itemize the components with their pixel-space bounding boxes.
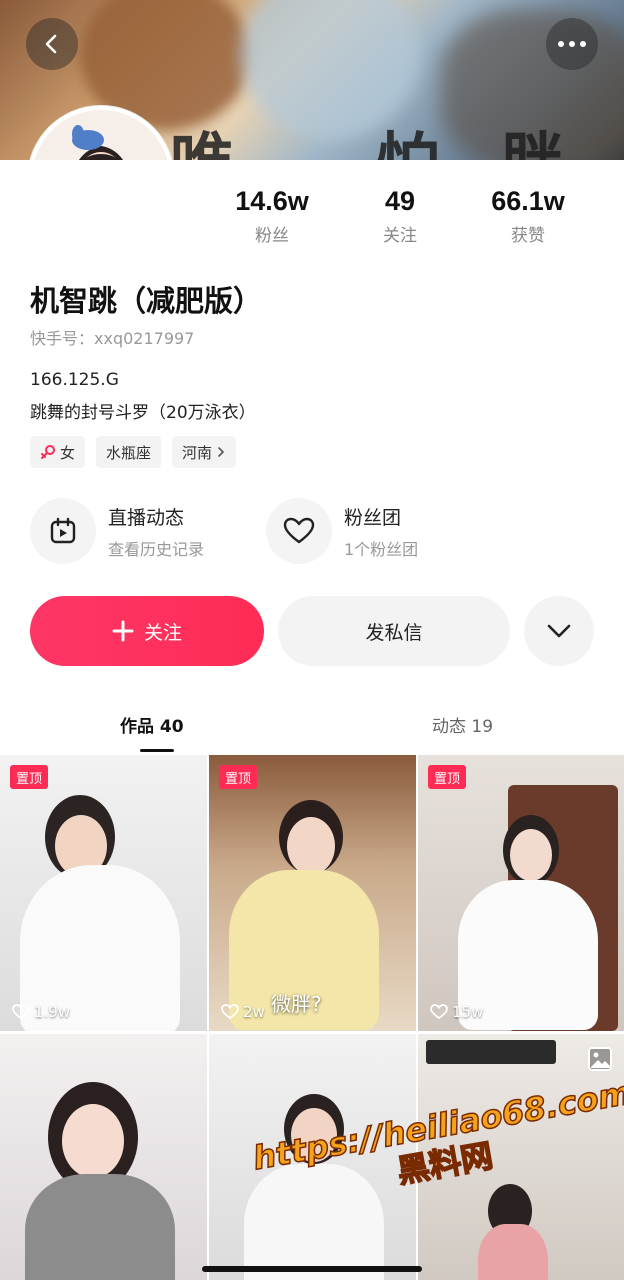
chevron-left-icon (45, 34, 57, 54)
feature-subtitle: 1个粉丝团 (344, 539, 419, 559)
like-count-text: 2w (243, 1003, 265, 1021)
tab-label: 动态 (432, 717, 466, 737)
tag-label: 河南 (182, 443, 213, 462)
message-button[interactable]: 发私信 (278, 596, 510, 666)
bio-line: 166.125.G (30, 370, 119, 390)
stat-value: 14.6w (235, 186, 309, 216)
like-count: 15w (430, 1003, 483, 1021)
content-tabs: 作品 40 动态 19 (0, 700, 624, 754)
video-caption: 微胖? (271, 992, 322, 1016)
profile-name: 机智跳（减肥版） (30, 284, 263, 318)
kuaishou-id[interactable]: 快手号：xxq0217997 (30, 325, 194, 349)
tag-zodiac: 水瓶座 (96, 436, 162, 468)
stat-label: 获赞 (511, 226, 545, 246)
video-thumbnail[interactable] (0, 1034, 207, 1280)
feature-subtitle: 查看历史记录 (108, 539, 205, 559)
female-icon (41, 445, 55, 459)
more-dots-icon (558, 41, 586, 47)
live-calendar-icon (30, 498, 96, 564)
cover-overlay-text: 唯 怕胖 (170, 112, 624, 162)
like-count: 2w (221, 1003, 265, 1021)
heart-icon (221, 1004, 239, 1020)
stat-label: 关注 (383, 226, 417, 246)
stat-followers[interactable]: 14.6w 粉丝 (208, 186, 336, 246)
image-icon (588, 1047, 612, 1071)
stats-row: 14.6w 粉丝 49 关注 66.1w 获赞 (208, 186, 608, 246)
feature-title: 直播动态 (108, 506, 185, 529)
chevron-right-icon (218, 447, 225, 457)
stat-label: 粉丝 (255, 226, 289, 246)
video-thumbnail[interactable]: 置顶 2w 微胖? (209, 755, 416, 1031)
pinned-badge: 置顶 (428, 765, 467, 789)
stat-likes[interactable]: 66.1w 获赞 (464, 186, 592, 246)
heart-icon (12, 1004, 30, 1020)
tab-active-indicator (140, 749, 174, 752)
video-thumbnail[interactable]: 置顶 1.9w (0, 755, 207, 1031)
tag-gender: 女 (30, 436, 86, 468)
more-options-button[interactable] (546, 18, 598, 70)
follow-button[interactable]: 关注 (30, 596, 264, 666)
tab-count: 40 (159, 717, 184, 737)
tab-works[interactable]: 作品 40 (120, 712, 184, 737)
tag-location[interactable]: 河南 (172, 436, 237, 468)
tab-count: 19 (471, 717, 494, 737)
bio-line: 跳舞的封号斗罗（20万泳衣） (30, 403, 256, 423)
heart-icon (430, 1004, 448, 1020)
like-count-text: 1.9w (34, 1003, 71, 1021)
feature-title: 粉丝团 (344, 506, 402, 529)
fan-club-entry[interactable]: 粉丝团 1个粉丝团 (266, 498, 418, 564)
message-label: 发私信 (365, 621, 423, 644)
pinned-badge: 置顶 (10, 765, 49, 789)
like-count: 1.9w (12, 1003, 70, 1021)
profile-tags: 女 水瓶座 河南 (30, 436, 237, 468)
stat-value: 66.1w (491, 186, 565, 216)
video-thumbnail[interactable]: 置顶 15w (418, 755, 624, 1031)
pinned-badge: 置顶 (219, 765, 258, 789)
stat-value: 49 (384, 186, 416, 216)
tab-label: 作品 (120, 717, 154, 737)
recommend-dropdown-button[interactable] (524, 596, 594, 666)
home-indicator[interactable] (202, 1266, 422, 1272)
stat-following[interactable]: 49 关注 (336, 186, 464, 246)
back-button[interactable] (26, 18, 78, 70)
live-history-entry[interactable]: 直播动态 查看历史记录 (30, 498, 204, 564)
heart-badge-icon (266, 498, 332, 564)
chevron-down-icon (547, 624, 571, 638)
tag-label: 水瓶座 (106, 443, 152, 462)
follow-label: 关注 (143, 621, 182, 644)
tag-label: 女 (60, 443, 76, 462)
plus-icon (112, 620, 134, 642)
tab-moments[interactable]: 动态 19 (432, 712, 493, 737)
like-count-text: 15w (452, 1003, 484, 1021)
